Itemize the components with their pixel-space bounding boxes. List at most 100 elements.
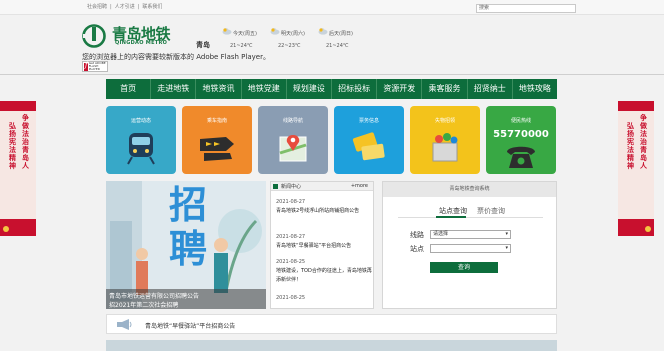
notice-bar[interactable]: 青岛地铁“早餐驿站”平台招商公告 [106,314,557,334]
tile-hotline[interactable]: 便民热线 55770000 [486,106,556,174]
phone-icon [507,146,535,168]
query-title: 青岛地铁查询系统 [383,182,556,197]
news-header: 新闻中心 +more [271,182,373,191]
tile-lost-found[interactable]: 失物招领 [410,106,480,174]
banner-caption: 青岛市地铁运营有限公司招聘公告 招2021年第二次社会招聘 [106,289,266,309]
bottom-banner [106,340,557,351]
train-icon [127,133,155,165]
news-date: 2021-08-27 [276,199,306,205]
tile-label: 运营动态 [130,118,151,124]
news-date: 2021-08-25 [276,295,306,301]
query-panel: 青岛地铁查询系统 站点查询 票价查询 线路 请选择 ▾ 站点 ▾ 查询 [382,181,557,309]
banner-caption-line: 招2021年第二次社会招聘 [109,302,179,309]
weather-temp: 22~23℃ [278,43,301,49]
chevron-down-icon: ▾ [505,245,508,251]
line-select-value: 请选择 [433,231,449,237]
weather-temp: 21~24℃ [230,43,253,49]
flash-notice: 您的浏览器上的内容需要较新版本的 Adobe Flash Player。 [82,53,270,61]
map-icon [279,135,307,162]
news-headline[interactable]: 青岛地铁“早餐驿站”平台招商公告 [276,242,372,251]
station-label: 站点 [410,245,424,253]
tile-label: 线路导航 [282,118,303,124]
nav-party[interactable]: 地铁党建 [242,79,287,99]
ticket-icon [352,132,385,161]
tab-fare-query[interactable]: 票价查询 [477,206,505,216]
signpost-icon [200,137,234,161]
line-select[interactable]: 请选择 ▾ [430,230,511,239]
weather-city: 青岛 [196,41,210,49]
weather-day: 后天(周日) [329,31,353,37]
box-icon [432,133,458,162]
separator: | [137,4,140,10]
news-item[interactable]: 2021-08-27 青岛地铁“早餐驿站”平台招商公告 [276,234,372,251]
nav-planning[interactable]: 规划建设 [287,79,333,99]
query-button[interactable]: 查询 [430,262,498,273]
weather-day: 明天(周六) [281,31,305,37]
tile-label: 便民热线 [510,118,531,124]
news-date: 2021-08-25 [276,259,306,265]
news-item[interactable]: 2021-08-25 地铁建设，TOD合作的征途上，青岛地铁再添新伙伴！ [276,259,372,285]
nav-passenger[interactable]: 乘客服务 [422,79,468,99]
news-headline[interactable]: 青岛地铁2号线浮山所站商铺招商公告 [276,207,372,216]
news-more-link[interactable]: +more [351,183,368,189]
top-links: 社会招聘 | 人才引进 | 联系我们 [87,4,162,10]
news-date: 2021-08-27 [276,234,306,240]
banner-caption-line: 青岛市地铁运营有限公司招聘公告 [109,293,200,300]
right-banner-col: 争做法治青岛人 [640,114,647,170]
link-social-recruit[interactable]: 社会招聘 [87,4,107,10]
left-side-banner[interactable] [0,101,36,236]
right-banner-col: 弘扬宪法精神 [627,122,634,170]
left-banner-col: 弘扬宪法精神 [9,122,16,170]
tile-line-nav[interactable]: 线路导航 [258,106,328,174]
weather-temp: 21~24℃ [326,43,349,49]
tile-label: 失物招领 [434,118,455,124]
tile-label: 票务信息 [358,118,379,124]
tab-underline [398,216,543,218]
metro-logo-icon[interactable] [82,24,106,48]
nav-resources[interactable]: 资源开发 [377,79,423,99]
header-divider [0,74,664,75]
search-input[interactable]: 搜索 [476,4,576,13]
nav-news[interactable]: 地铁资讯 [196,79,242,99]
line-label: 线路 [410,231,424,239]
tab-station-query[interactable]: 站点查询 [439,206,467,216]
nav-about[interactable]: 走进地铁 [151,79,197,99]
link-contact[interactable]: 联系我们 [142,4,162,10]
nav-guide[interactable]: 地铁攻略 [513,79,557,99]
tile-guide[interactable]: 乘车指南 [182,106,252,174]
news-item[interactable]: 2021-08-27 青岛地铁2号线浮山所站商铺招商公告 [276,199,372,216]
right-side-banner[interactable] [618,101,654,236]
cloud-icon [222,28,232,35]
tile-operations[interactable]: 运营动态 [106,106,176,174]
left-banner-col: 争做法治青岛人 [22,114,29,170]
nav-recruit[interactable]: 招贤纳士 [468,79,513,99]
weather-day: 今天(周五) [233,31,257,37]
hotline-number: 55770000 [493,129,549,140]
chevron-down-icon: ▾ [505,231,508,237]
logo-subtext: QINGDAO METRO [115,40,168,46]
separator: | [110,4,112,10]
recruit-banner[interactable]: 招聘 青岛市地铁运营有限公司招聘公告 招2021年第二次社会招聘 [106,181,266,309]
news-item[interactable]: 2021-08-25 [276,295,372,301]
tab-active-indicator [436,216,466,218]
station-select[interactable]: ▾ [430,244,511,253]
nav-home[interactable]: 首页 [106,79,152,99]
query-tabs: 站点查询 票价查询 [439,206,505,216]
get-flash-button[interactable]: Get ADOBE FLASH PLAYER [82,61,108,72]
flash-badge-text: Get ADOBE FLASH PLAYER [88,61,106,71]
megaphone-icon [117,319,132,330]
tile-ticket[interactable]: 票务信息 [334,106,404,174]
news-headline[interactable]: 地铁建设，TOD合作的征途上，青岛地铁再添新伙伴！ [276,267,372,285]
link-talent[interactable]: 人才引进 [115,4,135,10]
main-nav: 首页 走进地铁 地铁资讯 地铁党建 规划建设 招标投标 资源开发 乘客服务 招贤… [106,79,557,99]
cloud-icon [270,28,280,35]
banner-big-text: 招聘 [168,183,207,271]
news-icon [273,184,278,189]
tile-label: 乘车指南 [206,118,227,124]
cloud-icon [318,28,328,35]
flash-icon [84,61,88,71]
news-title: 新闻中心 [281,184,302,190]
nav-bidding[interactable]: 招标投标 [332,79,378,99]
news-panel: 新闻中心 +more 2021-08-27 青岛地铁2号线浮山所站商铺招商公告 … [270,181,374,309]
notice-text[interactable]: 青岛地铁“早餐驿站”平台招商公告 [145,321,235,330]
